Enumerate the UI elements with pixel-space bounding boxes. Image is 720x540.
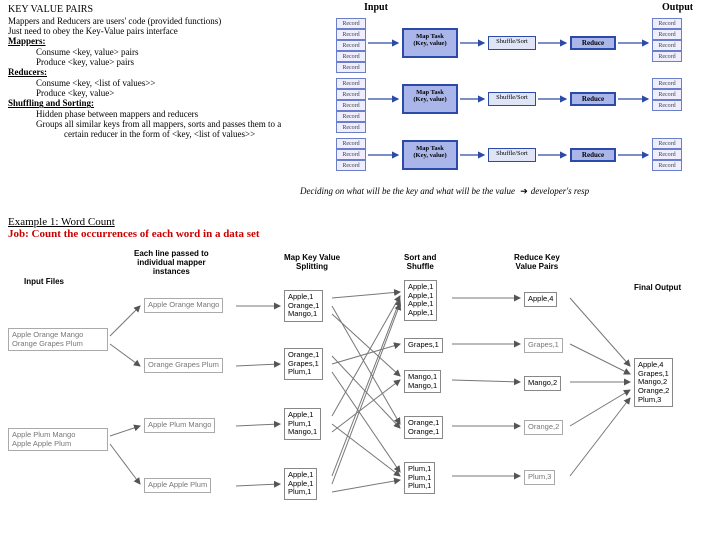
output-record: Record — [652, 149, 682, 160]
output-record: Record — [652, 29, 682, 40]
col-input-files: Input Files — [24, 278, 64, 287]
kv-line1: Mappers and Reducers are users' code (pr… — [8, 16, 281, 26]
map-output-box: Orange,1 Grapes,1 Plum,1 — [284, 348, 323, 380]
col-map: Map Key Value Splitting — [284, 254, 340, 272]
input-record: Record — [336, 18, 366, 29]
input-record: Record — [336, 111, 366, 122]
input-file-box: Apple Plum Mango Apple Apple Plum — [8, 428, 108, 451]
final-output-box: Apple,4 Grapes,1 Mango,2 Orange,2 Plum,3 — [634, 358, 673, 407]
col-reduce: Reduce Key Value Pairs — [514, 254, 560, 272]
kv-line2: Just need to obey the Key-Value pairs in… — [8, 26, 281, 36]
input-file-box: Apple Orange Mango Orange Grapes Plum — [8, 328, 108, 351]
input-record: Record — [336, 138, 366, 149]
sort-group-box: Orange,1 Orange,1 — [404, 416, 443, 439]
shuffle-l2: Groups all similar keys from all mappers… — [8, 119, 281, 129]
split-line-box: Orange Grapes Plum — [144, 358, 223, 373]
example-header: Example 1: Word Count Job: Count the occ… — [8, 216, 260, 240]
output-record: Record — [652, 51, 682, 62]
reducers-l2: Produce <key, value> — [8, 88, 281, 98]
sort-group-box: Plum,1 Plum,1 Plum,1 — [404, 462, 435, 494]
sort-group-box: Apple,1 Apple,1 Apple,1 Apple,1 — [404, 280, 437, 321]
shuffle-l1: Hidden phase between mappers and reducer… — [8, 109, 281, 119]
caption-line: Deciding on what will be the key and wha… — [300, 186, 589, 197]
caption-post: developer's resp — [531, 186, 589, 196]
input-record: Record — [336, 160, 366, 171]
output-record: Record — [652, 138, 682, 149]
wordcount-diagram: Input Files Each line passed to individu… — [4, 248, 716, 536]
output-record: Record — [652, 160, 682, 171]
input-record: Record — [336, 149, 366, 160]
output-record: Record — [652, 78, 682, 89]
map-task-box: Map Task (Key, value) — [402, 28, 458, 58]
split-line-box: Apple Apple Plum — [144, 478, 211, 493]
input-record: Record — [336, 29, 366, 40]
map-task-box: Map Task (Key, value) — [402, 140, 458, 170]
output-record: Record — [652, 89, 682, 100]
kv-title: KEY VALUE PAIRS — [8, 4, 281, 16]
reduce-box: Reduce — [570, 36, 616, 50]
col-final: Final Output — [634, 284, 681, 293]
sort-group-box: Mango,1 Mango,1 — [404, 370, 441, 393]
output-record: Record — [652, 18, 682, 29]
shuffle-sort-box: Shuffle/Sort — [488, 36, 536, 50]
shuffle-sort-box: Shuffle/Sort — [488, 92, 536, 106]
mappers-l2: Produce <key, value> pairs — [8, 57, 281, 67]
reduce-output-box: Mango,2 — [524, 376, 561, 391]
caption-pre: Deciding on what will be the key and wha… — [300, 186, 517, 196]
reduce-output-box: Apple,4 — [524, 292, 557, 307]
output-record: Record — [652, 40, 682, 51]
map-output-box: Apple,1 Apple,1 Plum,1 — [284, 468, 317, 500]
col-sort: Sort and Shuffle — [404, 254, 436, 272]
top-text-block: KEY VALUE PAIRS Mappers and Reducers are… — [8, 4, 281, 140]
reduce-output-box: Grapes,1 — [524, 338, 563, 353]
mappers-l1: Consume <key, value> pairs — [8, 47, 281, 57]
output-label: Output — [662, 2, 693, 13]
reduce-box: Reduce — [570, 92, 616, 106]
example-job: Job: Count the occurrences of each word … — [8, 228, 260, 240]
split-line-box: Apple Plum Mango — [144, 418, 215, 433]
input-record: Record — [336, 62, 366, 73]
sort-group-box: Grapes,1 — [404, 338, 443, 353]
reduce-output-box: Orange,2 — [524, 420, 563, 435]
reduce-output-box: Plum,3 — [524, 470, 555, 485]
shuffle-heading: Shuffling and Sorting: — [8, 98, 281, 108]
output-record: Record — [652, 100, 682, 111]
map-output-box: Apple,1 Plum,1 Mango,1 — [284, 408, 321, 440]
map-task-box: Map Task (Key, value) — [402, 84, 458, 114]
input-record: Record — [336, 40, 366, 51]
mapreduce-flow-diagram: Input Output Record Record Record Record… — [332, 0, 712, 178]
col-split: Each line passed to individual mapper in… — [134, 250, 209, 276]
right-arrow-icon: ➔ — [517, 186, 531, 196]
reduce-box: Reduce — [570, 148, 616, 162]
split-line-box: Apple Orange Mango — [144, 298, 223, 313]
shuffle-l3: certain reducer in the form of <key, <li… — [8, 129, 281, 139]
reducers-heading: Reducers: — [8, 67, 281, 77]
input-record: Record — [336, 100, 366, 111]
reducers-l1: Consume <key, <list of values>> — [8, 78, 281, 88]
input-record: Record — [336, 78, 366, 89]
mappers-heading: Mappers: — [8, 36, 281, 46]
input-record: Record — [336, 51, 366, 62]
shuffle-sort-box: Shuffle/Sort — [488, 148, 536, 162]
input-record: Record — [336, 89, 366, 100]
map-output-box: Apple,1 Orange,1 Mango,1 — [284, 290, 323, 322]
input-record: Record — [336, 122, 366, 133]
wordcount-arrows — [4, 248, 716, 536]
example-title: Example 1: Word Count — [8, 216, 260, 228]
input-label: Input — [364, 2, 388, 13]
